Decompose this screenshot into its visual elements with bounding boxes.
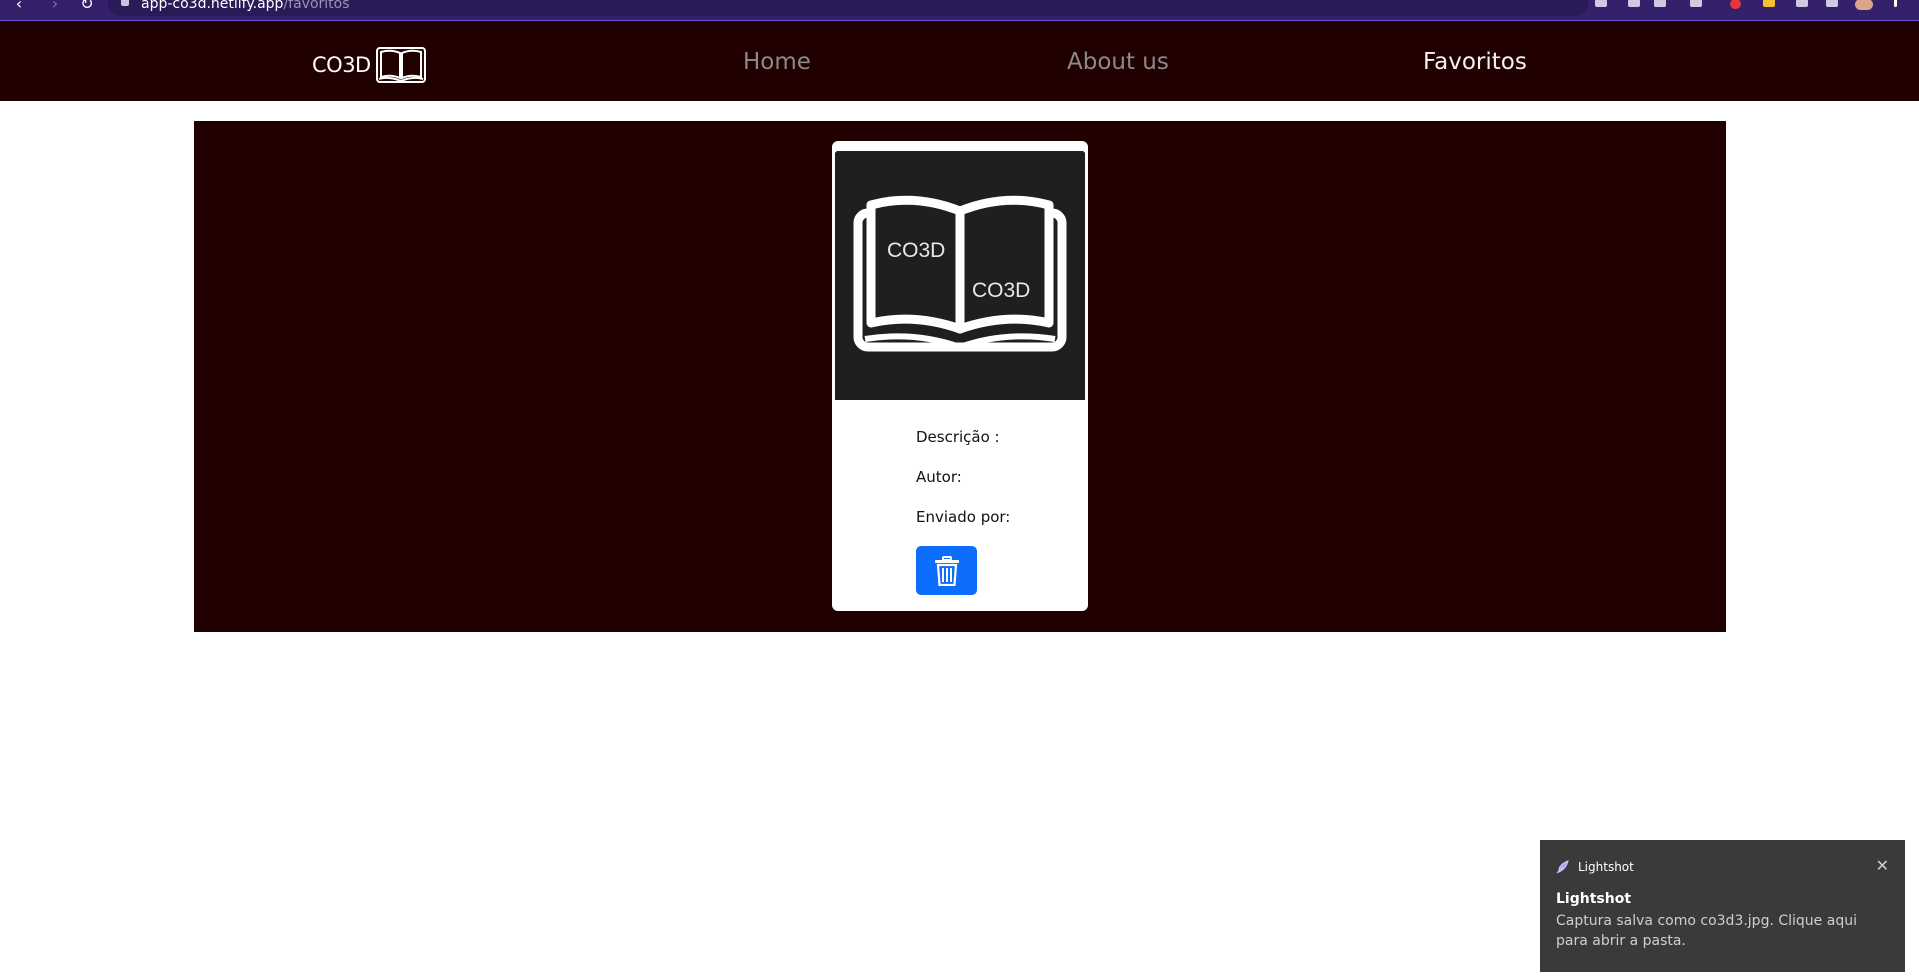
open-book-icon: [375, 47, 426, 83]
toast-app-name: Lightshot: [1578, 860, 1634, 874]
translate-icon[interactable]: [1628, 0, 1640, 7]
feather-icon: [1556, 860, 1569, 874]
book-cover-text-right: CO3D: [972, 279, 1030, 302]
brand-name: CO3D: [312, 53, 371, 77]
nav-favoritos-link[interactable]: Favoritos: [1423, 49, 1527, 75]
bookmark-star-icon[interactable]: [1690, 0, 1702, 7]
side-panel-icon[interactable]: [1826, 0, 1838, 7]
nav-home-link[interactable]: Home: [743, 49, 811, 75]
trash-icon: [934, 555, 959, 586]
brand-logo-link[interactable]: CO3D: [312, 45, 427, 85]
book-cover-image: CO3D CO3D: [835, 151, 1085, 400]
close-icon[interactable]: ✕: [1876, 856, 1889, 875]
toast-app-header: Lightshot: [1556, 860, 1634, 874]
url-path: /favoritos: [283, 0, 350, 12]
url-text[interactable]: app-co3d.netlify.app/favoritos: [141, 0, 350, 12]
book-cover-text-left: CO3D: [887, 239, 945, 262]
site-navbar: CO3D Home About us Favoritos: [0, 21, 1919, 101]
forward-icon[interactable]: ›: [46, 0, 64, 18]
more-menu-icon[interactable]: [1894, 0, 1897, 7]
description-label: Descrição :: [916, 428, 1000, 446]
toast-message: Captura salva como co3d3.jpg. Clique aqu…: [1556, 913, 1857, 949]
favorites-container: CO3D CO3D Descrição : Autor: Enviado por…: [194, 121, 1726, 632]
card-body: Descrição : Autor: Enviado por:: [916, 426, 1010, 546]
lightshot-notification[interactable]: Lightshot ✕ Lightshot Captura salva como…: [1540, 840, 1905, 972]
toast-title: Lightshot: [1556, 891, 1632, 907]
favorite-book-card: CO3D CO3D Descrição : Autor: Enviado por…: [832, 141, 1088, 611]
share-icon[interactable]: [1654, 0, 1666, 7]
extension-folder-icon[interactable]: [1763, 0, 1775, 7]
browser-toolbar: ‹ › ↻ app-co3d.netlify.app/favoritos: [0, 0, 1919, 21]
install-icon[interactable]: [1595, 0, 1607, 7]
author-label: Autor:: [916, 468, 962, 486]
profile-avatar[interactable]: [1855, 0, 1873, 10]
reload-icon[interactable]: ↻: [78, 0, 96, 18]
back-icon[interactable]: ‹: [10, 0, 28, 18]
delete-favorite-button[interactable]: [916, 546, 977, 595]
extensions-puzzle-icon[interactable]: [1796, 0, 1808, 7]
sent-by-label: Enviado por:: [916, 508, 1011, 526]
url-host: app-co3d.netlify.app: [141, 0, 284, 12]
extension-shield-icon[interactable]: [1730, 0, 1741, 9]
lock-icon[interactable]: [121, 0, 129, 6]
nav-about-link[interactable]: About us: [1067, 49, 1169, 75]
